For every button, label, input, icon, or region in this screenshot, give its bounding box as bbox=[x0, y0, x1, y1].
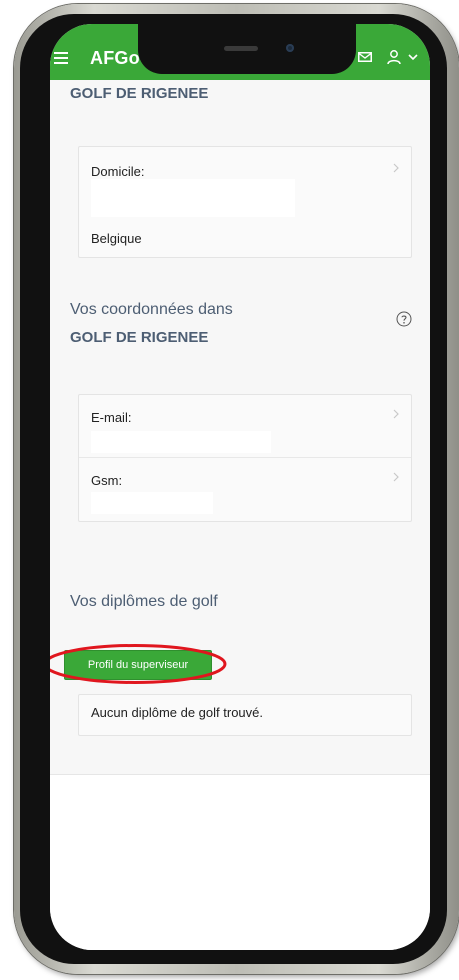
address-value-redacted bbox=[91, 179, 295, 217]
diplomas-heading: Vos diplômes de golf bbox=[70, 593, 218, 610]
chevron-right-icon[interactable] bbox=[393, 163, 399, 173]
front-camera bbox=[286, 44, 294, 52]
blank-bottom-area bbox=[50, 775, 430, 950]
chevron-right-icon[interactable] bbox=[393, 409, 399, 419]
email-label: E-mail: bbox=[91, 410, 132, 425]
address-country: Belgique bbox=[91, 231, 142, 246]
gsm-label: Gsm: bbox=[91, 473, 123, 488]
mail-icon[interactable] bbox=[358, 52, 372, 62]
phone-notch bbox=[138, 24, 356, 74]
address-card[interactable]: Domicile: Belgique bbox=[78, 146, 412, 258]
chevron-down-icon[interactable] bbox=[408, 52, 418, 62]
gsm-value-redacted bbox=[91, 492, 213, 514]
contact-heading-line2: GOLF DE RIGENEE bbox=[70, 329, 209, 346]
speaker-grille bbox=[224, 46, 258, 51]
email-value-redacted bbox=[91, 431, 271, 453]
contact-card: E-mail: Gsm: bbox=[78, 394, 412, 522]
highlight-annotation-ellipse bbox=[50, 644, 227, 684]
help-circle-icon[interactable] bbox=[396, 311, 412, 327]
email-row[interactable]: E-mail: bbox=[79, 395, 411, 457]
contact-heading-line1: Vos coordonnées dans bbox=[70, 301, 233, 318]
phone-screen: AFGo GOLF DE RIGENEE Domicile: Belgique … bbox=[50, 24, 430, 950]
no-diplomas-message: Aucun diplôme de golf trouvé. bbox=[91, 705, 263, 720]
app-title[interactable]: AFGo bbox=[90, 48, 140, 69]
club-heading: GOLF DE RIGENEE bbox=[70, 85, 209, 102]
gsm-row[interactable]: Gsm: bbox=[79, 457, 411, 521]
address-label: Domicile: bbox=[91, 164, 145, 179]
screenshot-stage: AFGo GOLF DE RIGENEE Domicile: Belgique … bbox=[0, 0, 459, 980]
app-header: AFGo bbox=[50, 24, 430, 80]
hamburger-menu-icon[interactable] bbox=[54, 52, 70, 64]
user-icon[interactable] bbox=[386, 49, 402, 65]
diplomas-empty-card: Aucun diplôme de golf trouvé. bbox=[78, 694, 412, 736]
chevron-right-icon[interactable] bbox=[393, 472, 399, 482]
